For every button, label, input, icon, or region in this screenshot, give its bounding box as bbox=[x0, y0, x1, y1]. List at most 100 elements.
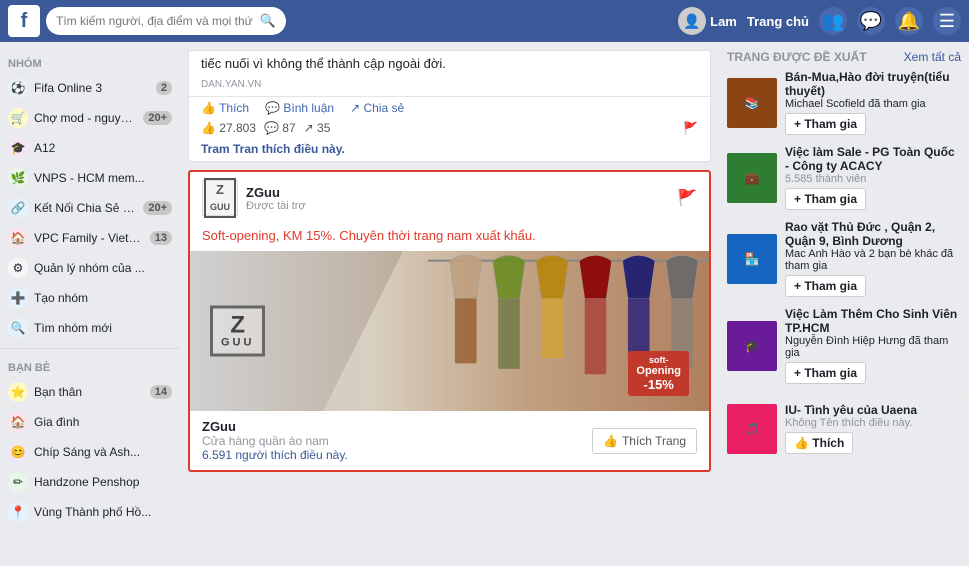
sidebar-item-label: Gia đình bbox=[34, 415, 172, 429]
join-group-button[interactable]: + Tham gia bbox=[785, 113, 866, 135]
page-thumbnail: 🎵 bbox=[727, 404, 777, 454]
ad-image-logo: Z GUU bbox=[210, 306, 265, 357]
comment-count: 💬 87 bbox=[264, 121, 296, 135]
sidebar-item-count: 14 bbox=[150, 385, 172, 399]
ad-like-page-button[interactable]: 👍 Thích Trang bbox=[592, 428, 697, 454]
suggested-group-viec-lam-sale: 💼 Việc làm Sale - PG Toàn Quốc - Công ty… bbox=[727, 145, 961, 210]
ad-footer-likes: 6.591 người thích điều này. bbox=[202, 448, 592, 462]
user-profile-link[interactable]: 👤 Lam bbox=[678, 7, 737, 35]
page-info: IU- Tình yêu của Uaena Không Tên thích đ… bbox=[785, 403, 961, 454]
vpc-icon: 🏠 bbox=[8, 228, 28, 248]
sidebar-divider bbox=[0, 348, 180, 349]
ket-noi-icon: 🔗 bbox=[8, 198, 28, 218]
gia-dinh-icon: 🏠 bbox=[8, 412, 28, 432]
suggested-group-ban-mua: 📚 Bán-Mua,Hào đời truyện(tiểu thuyết) Mi… bbox=[727, 70, 961, 135]
ad-meta: ZGuu Được tài trợ bbox=[246, 185, 306, 212]
comment-action[interactable]: 💬 Bình luận bbox=[265, 101, 334, 115]
ad-footer-page-name[interactable]: ZGuu bbox=[202, 419, 592, 434]
suggested-group-viec-lam-sv: 🎓 Việc Làm Thêm Cho Sinh Viên TP.HCM Ngu… bbox=[727, 307, 961, 384]
vnps-icon: 🌿 bbox=[8, 168, 28, 188]
see-all-link[interactable]: Xem tất cả bbox=[904, 50, 961, 64]
sidebar-item-quan-ly[interactable]: ⚙ Quản lý nhóm của ... bbox=[0, 253, 180, 283]
main-feed: tiếc nuối vì không thể thành cập ngoài đ… bbox=[180, 42, 719, 524]
group-name[interactable]: Bán-Mua,Hào đời truyện(tiểu thuyết) bbox=[785, 70, 961, 98]
sidebar-item-cho-mod[interactable]: 🛒 Chợ mod - nguyên... 20+ bbox=[0, 103, 180, 133]
post-card: tiếc nuối vì không thể thành cập ngoài đ… bbox=[188, 50, 711, 162]
nhom-section-title: NHÓM bbox=[0, 50, 180, 73]
sidebar-item-vpc[interactable]: 🏠 VPC Family - Vietn... 13 bbox=[0, 223, 180, 253]
group-meta: 5.585 thành viên bbox=[785, 173, 961, 185]
like-notice: Tram Tran thích điều này. bbox=[189, 137, 710, 161]
group-thumbnail: 💼 bbox=[727, 153, 777, 203]
ad-card: Z GUU ZGuu Được tài trợ 🚩 Soft-opening, … bbox=[188, 170, 711, 472]
sidebar-item-label: Fifa Online 3 bbox=[34, 81, 150, 95]
suggested-pages-title: TRANG ĐƯỢC ĐỀ XUẤT bbox=[727, 50, 867, 64]
sidebar-item-label: Chợ mod - nguyên... bbox=[34, 111, 137, 125]
post-content: tiếc nuối vì không thể thành cập ngoài đ… bbox=[189, 51, 710, 79]
sidebar-item-label: VPC Family - Vietn... bbox=[34, 231, 144, 245]
search-input[interactable] bbox=[56, 14, 260, 28]
ad-logo-letter: Z GUU bbox=[204, 178, 236, 217]
ad-page-name[interactable]: ZGuu bbox=[246, 185, 306, 200]
quan-ly-icon: ⚙ bbox=[8, 258, 28, 278]
sidebar-item-label: Chíp Sáng và Ash... bbox=[34, 445, 172, 459]
ban-be-section-title: BẠN BÈ bbox=[0, 354, 180, 377]
friends-icon[interactable]: 👥 bbox=[819, 7, 847, 35]
notifications-icon[interactable]: 🔔 bbox=[895, 7, 923, 35]
sidebar-item-label: VNPS - HCM mem... bbox=[34, 171, 172, 185]
suggested-group-rao-vat: 🏪 Rao vặt Thủ Đức , Quận 2, Quận 9, Bình… bbox=[727, 220, 961, 297]
sidebar-item-chip-sang[interactable]: 😊 Chíp Sáng và Ash... bbox=[0, 437, 180, 467]
handzone-icon: ✏ bbox=[8, 472, 28, 492]
nav-right-actions: 👤 Lam Trang chủ 👥 💬 🔔 ☰ bbox=[678, 7, 961, 35]
sidebar-item-vung-thanh[interactable]: 📍 Vùng Thành phố Hồ... bbox=[0, 497, 180, 524]
sidebar-item-label: Kết Nối Chia Sẻ Ni... bbox=[34, 201, 137, 215]
ad-header: Z GUU ZGuu Được tài trợ 🚩 bbox=[190, 172, 709, 224]
sidebar-item-fifa[interactable]: ⚽ Fifa Online 3 2 bbox=[0, 73, 180, 103]
sidebar-item-count: 13 bbox=[150, 231, 172, 245]
share-action[interactable]: ↗ Chia sẻ bbox=[350, 101, 404, 115]
top-navigation: f 🔍 👤 Lam Trang chủ 👥 💬 🔔 ☰ bbox=[0, 0, 969, 42]
settings-icon[interactable]: ☰ bbox=[933, 7, 961, 35]
page-wrapper: NHÓM ⚽ Fifa Online 3 2 🛒 Chợ mod - nguyê… bbox=[0, 42, 969, 524]
group-name[interactable]: Rao vặt Thủ Đức , Quận 2, Quận 9, Bình D… bbox=[785, 220, 961, 248]
sidebar-item-vnps[interactable]: 🌿 VNPS - HCM mem... bbox=[0, 163, 180, 193]
group-name[interactable]: Việc Làm Thêm Cho Sinh Viên TP.HCM bbox=[785, 307, 961, 335]
ad-footer-info: ZGuu Cửa hàng quần áo nam 6.591 người th… bbox=[202, 419, 592, 462]
create-group-button[interactable]: ➕ Tạo nhóm bbox=[0, 283, 180, 313]
like-count: 👍 27.803 bbox=[201, 121, 256, 135]
share-count: ↗ 35 bbox=[304, 121, 331, 135]
like-action[interactable]: 👍 Thích bbox=[201, 101, 249, 115]
group-name[interactable]: Việc làm Sale - PG Toàn Quốc - Công ty A… bbox=[785, 145, 961, 173]
sidebar-item-label: Handzone Penshop bbox=[34, 475, 172, 489]
ad-sponsored-label: Được tài trợ bbox=[246, 200, 306, 212]
find-group-button[interactable]: 🔍 Tìm nhóm mới bbox=[0, 313, 180, 343]
right-divider bbox=[727, 394, 961, 395]
join-group-button[interactable]: + Tham gia bbox=[785, 275, 866, 297]
ad-badge: soft- Opening -15% bbox=[628, 351, 689, 396]
join-group-button[interactable]: + Tham gia bbox=[785, 362, 866, 384]
like-page-button[interactable]: 👍 Thích bbox=[785, 432, 853, 454]
group-info: Bán-Mua,Hào đời truyện(tiểu thuyết) Mich… bbox=[785, 70, 961, 135]
page-name[interactable]: IU- Tình yêu của Uaena bbox=[785, 403, 961, 417]
home-link[interactable]: Trang chủ bbox=[747, 14, 809, 29]
fifa-icon: ⚽ bbox=[8, 78, 28, 98]
messages-icon[interactable]: 💬 bbox=[857, 7, 885, 35]
search-bar[interactable]: 🔍 bbox=[46, 7, 286, 35]
sidebar-item-handzone[interactable]: ✏ Handzone Penshop bbox=[0, 467, 180, 497]
ad-image: Z GUU soft- Opening -15% bbox=[190, 251, 709, 411]
sidebar-item-gia-dinh[interactable]: 🏠 Gia đình bbox=[0, 407, 180, 437]
post-source: DAN.YAN.VN bbox=[189, 79, 710, 96]
find-group-icon: 🔍 bbox=[8, 318, 28, 338]
sidebar-item-a12[interactable]: 🎓 A12 bbox=[0, 133, 180, 163]
flag-icon: 🚩 bbox=[683, 121, 698, 135]
vung-thanh-icon: 📍 bbox=[8, 502, 28, 522]
sidebar-item-ket-noi[interactable]: 🔗 Kết Nối Chia Sẻ Ni... 20+ bbox=[0, 193, 180, 223]
group-friend-notice: Michael Scofield đã tham gia bbox=[785, 98, 961, 110]
sidebar-item-ban-than[interactable]: ⭐ Bạn thân 14 bbox=[0, 377, 180, 407]
sidebar-item-label: Tạo nhóm bbox=[34, 291, 172, 305]
flag-icon: 🚩 bbox=[677, 188, 697, 208]
like-notice-user[interactable]: Tram Tran thích điều này. bbox=[201, 142, 345, 156]
ban-than-icon: ⭐ bbox=[8, 382, 28, 402]
join-group-button[interactable]: + Tham gia bbox=[785, 188, 866, 210]
post-stats: 👍 27.803 💬 87 ↗ 35 🚩 bbox=[189, 119, 710, 137]
